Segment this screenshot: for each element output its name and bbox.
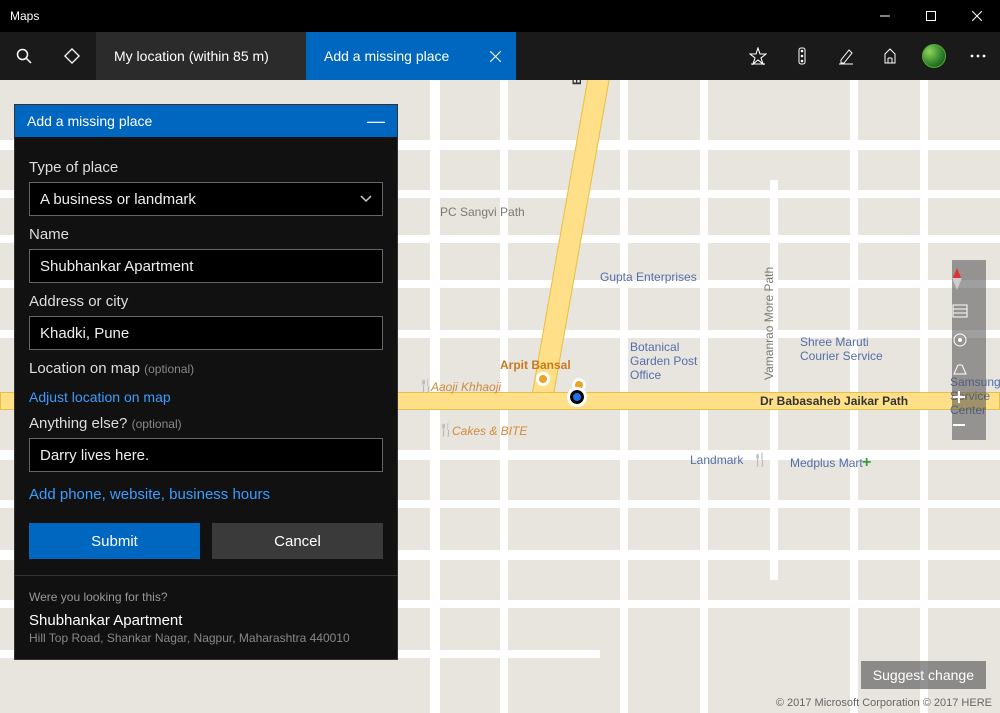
poi-label: Arpit Bansal <box>500 358 571 372</box>
cancel-button[interactable]: Cancel <box>212 523 383 559</box>
close-tab-icon[interactable] <box>474 32 516 80</box>
ink-icon[interactable] <box>824 32 868 80</box>
type-value: A business or landmark <box>40 191 196 208</box>
poi-label: Cakes & BITE <box>452 424 527 438</box>
tilt-icon[interactable] <box>952 362 986 376</box>
poi-label: Landmark <box>690 453 743 467</box>
result-name[interactable]: Shubhankar Apartment <box>29 612 383 629</box>
notes-input[interactable] <box>29 438 383 472</box>
close-button[interactable] <box>954 0 1000 32</box>
poi-label: Gupta Enterprises <box>600 270 697 284</box>
road-label: Vamanrao More Path <box>762 267 776 380</box>
location-label: Location on map (optional) <box>29 360 383 377</box>
search-tab[interactable]: My location (within 85 m) <box>96 32 306 80</box>
title-bar: Maps <box>0 0 1000 32</box>
compass-icon[interactable] <box>952 268 986 290</box>
pharmacy-icon: + <box>862 454 871 472</box>
footer-hint: Were you looking for this? <box>29 590 383 604</box>
current-location-pin <box>570 390 584 404</box>
profile-icon[interactable] <box>912 32 956 80</box>
road-label: PC Sangvi Path <box>440 205 525 219</box>
collapse-icon[interactable]: — <box>367 116 385 126</box>
search-icon[interactable] <box>0 32 48 80</box>
poi-label: Medplus Mart <box>790 456 863 470</box>
traffic-icon[interactable] <box>780 32 824 80</box>
notes-input-field[interactable] <box>40 447 372 464</box>
restaurant-icon: 🍴 <box>438 422 454 438</box>
locate-me-icon[interactable] <box>952 332 986 348</box>
address-input[interactable] <box>29 316 383 350</box>
name-input[interactable] <box>29 249 383 283</box>
more-icon[interactable] <box>956 32 1000 80</box>
map-attribution: © 2017 Microsoft Corporation © 2017 HERE <box>776 697 992 709</box>
suggest-change-button[interactable]: Suggest change <box>861 661 986 689</box>
poi-label: Aaoji Khhaoji <box>431 380 501 394</box>
search-display: My location (within 85 m) <box>114 48 269 64</box>
panel-footer: Were you looking for this? Shubhankar Ap… <box>15 575 397 659</box>
type-label: Type of place <box>29 159 383 176</box>
restaurant-icon: 🍴 <box>752 452 768 468</box>
restaurant-icon: 🍴 <box>418 378 434 394</box>
submit-button[interactable]: Submit <box>29 523 200 559</box>
map-controls <box>952 260 986 440</box>
toolbar-right <box>736 32 1000 80</box>
tab-label: Add a missing place <box>324 48 449 64</box>
directions-icon[interactable] <box>48 32 96 80</box>
toolbar: My location (within 85 m) Add a missing … <box>0 32 1000 80</box>
name-input-field[interactable] <box>40 258 372 275</box>
result-address: Hill Top Road, Shankar Nagar, Nagpur, Ma… <box>29 631 383 645</box>
zoom-out-icon[interactable] <box>952 418 986 432</box>
type-select[interactable]: A business or landmark <box>29 182 383 216</box>
poi-label: Botanical Garden Post Office <box>630 340 720 382</box>
panel-header: Add a missing place — <box>15 105 397 137</box>
zoom-in-icon[interactable] <box>952 390 986 404</box>
add-place-tab[interactable]: Add a missing place <box>306 32 516 80</box>
minimize-button[interactable] <box>862 0 908 32</box>
app-title: Maps <box>10 9 39 23</box>
anything-label: Anything else? (optional) <box>29 415 383 432</box>
road-label: Dr Babasaheb Jaikar Path <box>760 394 908 408</box>
road-label: Bhau Patil Roa <box>570 80 584 85</box>
address-label: Address or city <box>29 293 383 310</box>
panel-title: Add a missing place <box>27 113 152 129</box>
address-input-field[interactable] <box>40 325 372 342</box>
add-place-panel: Add a missing place — Type of place A bu… <box>14 104 398 660</box>
add-details-link[interactable]: Add phone, website, business hours <box>29 486 270 503</box>
chevron-down-icon <box>360 195 372 203</box>
favorites-icon[interactable] <box>736 32 780 80</box>
name-label: Name <box>29 226 383 243</box>
poi-label: Shree Maruti Courier Service <box>800 335 890 363</box>
map-style-icon[interactable] <box>952 304 986 318</box>
poi-pin-icon <box>536 372 550 386</box>
adjust-location-link[interactable]: Adjust location on map <box>29 389 171 405</box>
maximize-button[interactable] <box>908 0 954 32</box>
3d-view-icon[interactable] <box>868 32 912 80</box>
